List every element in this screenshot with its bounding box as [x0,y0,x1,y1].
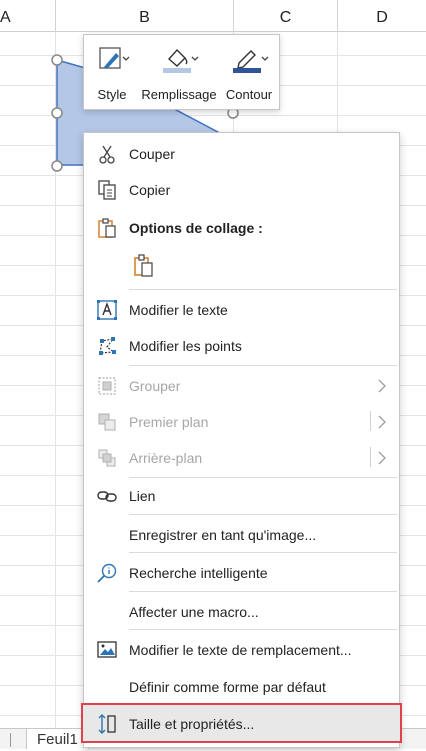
fill-label: Remplissage [141,87,217,102]
menu-item-send-backward[interactable]: Arrière-plan [84,439,399,475]
menu-item-label: Définir comme forme par défaut [129,679,326,695]
sheet-tab-label: Feuil1 [37,731,78,748]
menu-item-set-default-shape[interactable]: Définir comme forme par défaut [84,668,399,704]
bring-forward-icon [98,413,116,431]
fill-bucket-icon [163,48,199,73]
paste-options-header: Options de collage : [84,209,399,245]
menu-item-label: Recherche intelligente [129,565,268,581]
menu-item-label: Premier plan [129,414,209,430]
menu-item-label: Couper [129,146,175,162]
menu-item-label: Modifier le texte [129,302,228,318]
context-menu: Couper Copier Options de collage : Modif… [81,132,402,748]
link-icon [97,491,117,502]
split-separator [370,411,371,431]
group-icon [98,377,116,395]
menu-item-group[interactable]: Grouper [84,367,399,403]
outline-pen-icon [233,50,269,73]
clipboard-icon [98,218,116,238]
menu-item-cut[interactable]: Couper [84,135,399,171]
menu-item-label: Modifier le texte de remplacement... [129,642,352,658]
smart-lookup-icon [97,563,117,583]
style-label: Style [97,87,127,102]
menu-item-label: Affecter une macro... [129,604,259,620]
sheet-tab-feuil1[interactable]: Feuil1 [26,729,89,749]
menu-item-edit-text[interactable]: Modifier le texte [84,291,399,327]
scissors-icon [99,145,115,164]
chevron-right-icon [378,415,386,429]
menu-item-label: Enregistrer en tant qu'image... [129,527,317,543]
menu-item-label: Options de collage : [129,220,263,236]
menu-item-label: Lien [129,488,156,504]
menu-item-copy[interactable]: Copier [84,171,399,207]
resize-handle[interactable] [51,160,63,172]
menu-item-label: Copier [129,182,171,198]
menu-separator [129,365,397,366]
menu-separator [129,514,397,515]
menu-item-save-as-image[interactable]: Enregistrer en tant qu'image... [84,516,399,552]
menu-item-edit-points[interactable]: Modifier les points [84,327,399,363]
menu-item-label: Taille et propriétés... [129,716,255,732]
text-box-icon [97,300,117,320]
fill-button[interactable]: Remplissage [140,41,218,105]
tab-divider [10,733,11,747]
menu-item-label: Grouper [129,378,181,394]
menu-item-link[interactable]: Lien [84,477,399,513]
resize-handle[interactable] [51,54,63,66]
split-separator [370,447,371,467]
menu-separator [129,629,397,630]
menu-item-label: Modifier les points [129,338,242,354]
send-backward-icon [98,449,116,467]
chevron-right-icon [378,379,386,393]
chevron-right-icon [378,451,386,465]
menu-separator [129,289,397,290]
menu-item-bring-forward[interactable]: Premier plan [84,403,399,439]
paste-icon[interactable] [132,253,156,279]
shape-style-icon [99,47,130,69]
menu-item-smart-lookup[interactable]: Recherche intelligente [84,554,399,590]
edit-points-icon [99,337,116,355]
size-properties-icon [98,714,116,734]
menu-item-size-properties[interactable]: Taille et propriétés... [84,705,399,741]
alt-text-icon [97,641,117,658]
menu-separator [129,552,397,553]
outline-button[interactable]: Contour [224,41,274,105]
menu-item-assign-macro[interactable]: Affecter une macro... [84,593,399,629]
copy-icon [98,180,116,200]
paste-option-button-row [84,247,399,283]
menu-separator [129,591,397,592]
menu-item-alt-text[interactable]: Modifier le texte de remplacement... [84,631,399,667]
mini-toolbar: Style Remplissage Contour [83,34,280,110]
menu-item-label: Arrière-plan [129,450,203,466]
style-button[interactable]: Style [90,41,134,105]
resize-handle[interactable] [51,107,63,119]
outline-label: Contour [225,87,273,102]
